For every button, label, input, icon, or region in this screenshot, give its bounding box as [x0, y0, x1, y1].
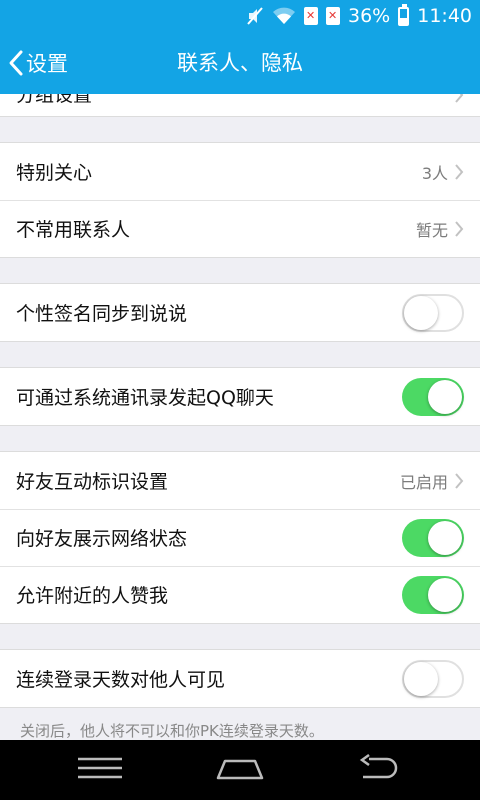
settings-group: 可通过系统通讯录发起QQ聊天	[0, 367, 480, 426]
row-value: 已启用	[399, 472, 448, 492]
settings-group: 好友互动标识设置 已启用 向好友展示网络状态 允许附近的人赞我	[0, 451, 480, 624]
recent-apps-button[interactable]	[60, 740, 140, 800]
status-icons: 36% 11:40	[246, 0, 472, 32]
settings-group: 特别关心 3人 不常用联系人 暂无	[0, 142, 480, 258]
row-label: 可通过系统通讯录发起QQ聊天	[16, 387, 274, 409]
row-nearby-like: 允许附近的人赞我	[0, 566, 480, 623]
mute-icon	[246, 6, 264, 26]
settings-group: 个性签名同步到说说	[0, 283, 480, 342]
chevron-right-icon	[454, 163, 464, 181]
row-label: 分组设置	[16, 94, 93, 106]
row-label: 特别关心	[16, 162, 93, 184]
signature-sync-toggle[interactable]	[402, 293, 464, 332]
row-label: 个性签名同步到说说	[16, 303, 188, 325]
nav-bar: 设置 联系人、隐私	[0, 32, 480, 94]
back-arrow-icon	[357, 753, 403, 786]
login-days-toggle[interactable]	[402, 659, 464, 698]
battery-percent: 36%	[348, 5, 391, 27]
row-label: 不常用联系人	[16, 219, 131, 241]
battery-icon	[398, 3, 410, 26]
network-status-toggle[interactable]	[402, 518, 464, 557]
system-nav-bar	[0, 740, 480, 800]
status-bar: 36% 11:40	[0, 0, 480, 32]
wifi-icon	[272, 7, 296, 25]
row-signature-sync: 个性签名同步到说说	[0, 284, 480, 341]
settings-list: 分组设置 特别关心 3人 不常用联系人 暂无 个性签名同步到说说 可通过系统通讯…	[0, 94, 480, 740]
contacts-qq-chat-toggle[interactable]	[402, 377, 464, 416]
row-value: 暂无	[415, 220, 448, 240]
chevron-right-icon	[454, 220, 464, 238]
row-label: 允许附近的人赞我	[16, 585, 169, 607]
row-infrequent-contacts[interactable]: 不常用联系人 暂无	[0, 200, 480, 257]
menu-icon	[76, 756, 124, 784]
row-network-status: 向好友展示网络状态	[0, 509, 480, 566]
footnote: 关闭后，他人将不可以和你PK连续登录天数。	[20, 722, 324, 740]
chevron-right-icon	[454, 472, 464, 490]
back-nav-button[interactable]	[340, 740, 420, 800]
row-label: 好友互动标识设置	[16, 471, 169, 493]
list-item-partial[interactable]: 分组设置	[0, 94, 480, 117]
page-title: 联系人、隐私	[177, 51, 303, 75]
settings-group: 连续登录天数对他人可见	[0, 649, 480, 708]
sim-error-icon	[304, 7, 318, 25]
row-contacts-qq-chat: 可通过系统通讯录发起QQ聊天	[0, 368, 480, 425]
sim-error-icon	[326, 7, 340, 25]
row-login-days-visible: 连续登录天数对他人可见	[0, 650, 480, 707]
clock: 11:40	[417, 5, 472, 27]
row-value: 3人	[421, 163, 448, 183]
battery-fill	[400, 18, 408, 24]
row-label: 向好友展示网络状态	[16, 528, 188, 550]
home-button[interactable]	[200, 740, 280, 800]
row-friend-interaction-badge[interactable]: 好友互动标识设置 已启用	[0, 452, 480, 509]
home-icon	[215, 755, 265, 785]
row-special-care[interactable]: 特别关心 3人	[0, 143, 480, 200]
chevron-right-icon	[454, 94, 464, 108]
row-label: 连续登录天数对他人可见	[16, 669, 226, 691]
nearby-like-toggle[interactable]	[402, 575, 464, 614]
